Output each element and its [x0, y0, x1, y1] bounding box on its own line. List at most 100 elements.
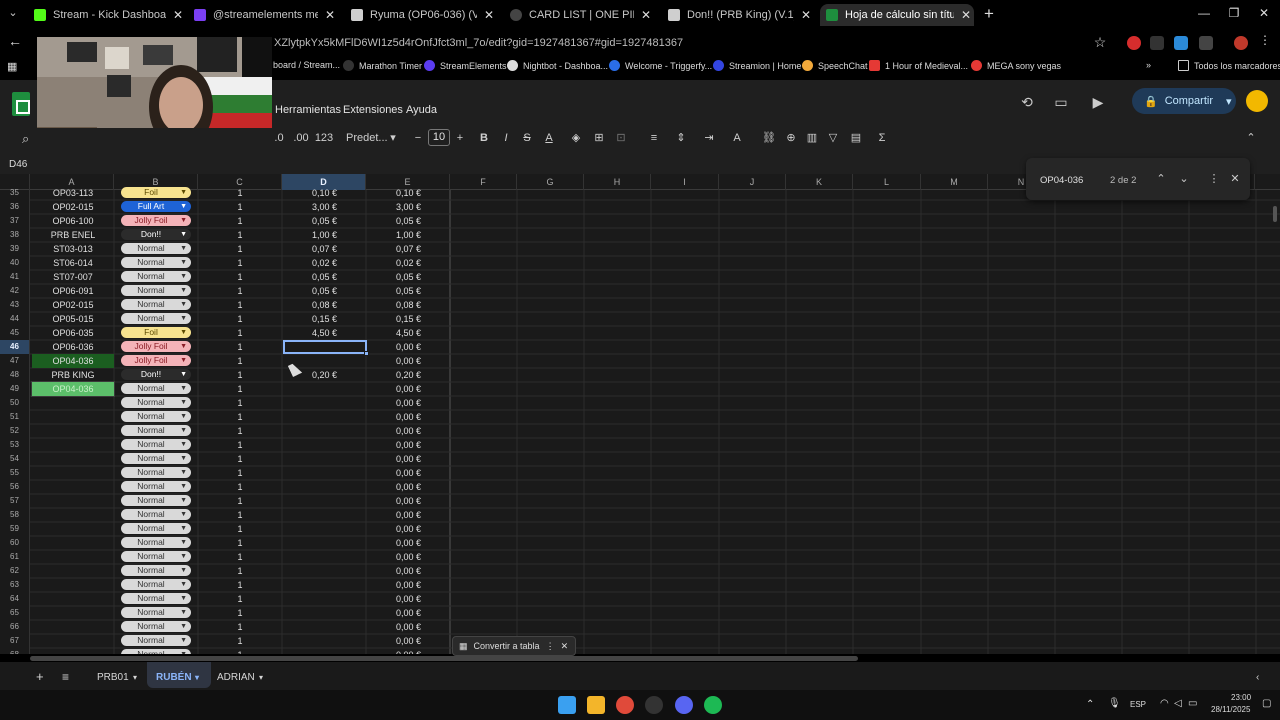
restore-icon[interactable]: ❐ — [1224, 6, 1244, 22]
chevron-down-icon[interactable]: ▼ — [180, 229, 187, 240]
cell-c[interactable]: 1 — [200, 214, 280, 228]
apps-icon[interactable]: ▦ — [7, 60, 21, 74]
row-header[interactable]: 64 — [0, 592, 30, 606]
cell-d[interactable] — [283, 550, 366, 564]
cell-a[interactable]: ST03-013 — [32, 242, 114, 256]
cell-a[interactable] — [32, 522, 114, 536]
cell-a[interactable]: PRB KING — [32, 368, 114, 382]
cell-a[interactable] — [32, 452, 114, 466]
chevron-down-icon[interactable]: ▼ — [180, 411, 187, 422]
wrap-icon[interactable]: ⇥ — [702, 130, 716, 146]
cell-d[interactable] — [283, 648, 366, 654]
cell-c[interactable]: 1 — [200, 592, 280, 606]
cell-c[interactable]: 1 — [200, 368, 280, 382]
cell-d[interactable] — [283, 592, 366, 606]
cell-e[interactable]: 0,07 € — [367, 242, 450, 256]
cell-d[interactable] — [283, 382, 366, 396]
cell-d[interactable]: 0,05 € — [283, 214, 366, 228]
add-sheet-icon[interactable]: + — [36, 669, 44, 685]
cell-b-chip[interactable]: Normal ▼ — [121, 509, 191, 520]
chevron-up-icon[interactable]: ⌃ — [1244, 130, 1258, 146]
cell-a[interactable] — [32, 410, 114, 424]
cell-a[interactable] — [32, 648, 114, 654]
cell-d[interactable]: 0,02 € — [283, 256, 366, 270]
cell-d[interactable] — [283, 396, 366, 410]
cell-b-chip[interactable]: Normal ▼ — [121, 495, 191, 506]
cell-c[interactable]: 1 — [200, 326, 280, 340]
chevron-down-icon[interactable]: ▼ — [180, 621, 187, 632]
chevron-down-icon[interactable]: ▼ — [180, 271, 187, 282]
cell-e[interactable]: 0,00 € — [367, 522, 450, 536]
row-header[interactable]: 39 — [0, 242, 30, 256]
discord-icon[interactable] — [675, 696, 693, 714]
cell-e[interactable]: 0,00 € — [367, 452, 450, 466]
all-bookmarks[interactable]: Todos los marcadores — [1178, 60, 1280, 71]
cell-b-chip[interactable]: Normal ▼ — [121, 593, 191, 604]
cell-a[interactable]: OP06-091 — [32, 284, 114, 298]
cell-c[interactable]: 1 — [200, 396, 280, 410]
chevron-down-icon[interactable]: ▼ — [180, 439, 187, 450]
cell-d[interactable] — [283, 634, 366, 648]
cell-d[interactable]: 4,50 € — [283, 326, 366, 340]
cell-e[interactable]: 1,00 € — [367, 228, 450, 242]
kebab-menu-icon[interactable]: ⋮ — [1205, 170, 1223, 188]
cell-d[interactable] — [283, 578, 366, 592]
row-header[interactable]: 60 — [0, 536, 30, 550]
microphone-icon[interactable]: 🎙 — [1108, 698, 1121, 709]
cell-b-chip[interactable]: Don!! ▼ — [121, 369, 191, 380]
cell-c[interactable]: 1 — [200, 480, 280, 494]
italic-button[interactable]: I — [500, 130, 512, 146]
close-icon[interactable]: ✕ — [481, 8, 497, 22]
cell-e[interactable]: 0,00 € — [367, 396, 450, 410]
sheets-logo-icon[interactable] — [12, 92, 30, 116]
close-icon[interactable]: ✕ — [1226, 170, 1244, 188]
menu-ayuda[interactable]: Ayuda — [406, 104, 437, 116]
cell-c[interactable]: 1 — [200, 340, 280, 354]
cell-a[interactable] — [32, 466, 114, 480]
row-header[interactable]: 40 — [0, 256, 30, 270]
cell-e[interactable]: 0,00 € — [367, 578, 450, 592]
share-button[interactable]: 🔒 Compartir ▾ — [1132, 88, 1236, 114]
battery-icon[interactable]: ▭ — [1188, 698, 1197, 709]
cell-b-chip[interactable]: Normal ▼ — [121, 551, 191, 562]
filter-icon[interactable]: ▽ — [826, 130, 840, 146]
chevron-down-icon[interactable]: ▾ — [388, 130, 398, 146]
all-sheets-icon[interactable]: ≡ — [62, 669, 69, 685]
cell-d[interactable] — [283, 494, 366, 508]
chevron-down-icon[interactable]: ▼ — [180, 579, 187, 590]
close-icon[interactable]: ✕ — [322, 8, 338, 22]
merge-icon[interactable]: ⊡ — [614, 130, 628, 146]
row-header[interactable]: 35 — [0, 186, 30, 200]
cell-e[interactable]: 0,00 € — [367, 634, 450, 648]
chevron-down-icon[interactable]: ▼ — [180, 215, 187, 226]
chevron-down-icon[interactable]: ▼ — [180, 509, 187, 520]
chevron-down-icon[interactable]: ▼ — [180, 635, 187, 646]
cell-e[interactable]: 0,00 € — [367, 620, 450, 634]
cell-b-chip[interactable]: Full Art ▼ — [121, 201, 191, 212]
chevron-down-icon[interactable]: ▼ — [180, 299, 187, 310]
chevron-down-icon[interactable]: ▼ — [180, 285, 187, 296]
cell-b-chip[interactable]: Normal ▼ — [121, 453, 191, 464]
chevron-down-icon[interactable]: ⌄ — [1175, 170, 1193, 188]
browser-tab-kick[interactable]: Stream - Kick Dashboard ✕ — [28, 4, 186, 26]
cell-a[interactable] — [32, 494, 114, 508]
kebab-menu-icon[interactable]: ⋮ — [546, 641, 555, 652]
sheet-tab-adrian[interactable]: ADRIAN — [217, 670, 255, 686]
cell-b-chip[interactable]: Jolly Foil ▼ — [121, 355, 191, 366]
cell-e[interactable]: 0,00 € — [367, 340, 450, 354]
cell-c[interactable]: 1 — [200, 312, 280, 326]
cell-e[interactable]: 0,00 € — [367, 550, 450, 564]
cell-e[interactable]: 0,08 € — [367, 298, 450, 312]
bold-button[interactable]: B — [478, 130, 490, 146]
cell-a[interactable] — [32, 592, 114, 606]
cell-c[interactable]: 1 — [200, 536, 280, 550]
more-bookmarks-icon[interactable]: » — [1146, 60, 1151, 70]
row-header[interactable]: 66 — [0, 620, 30, 634]
cell-e[interactable]: 0,02 € — [367, 256, 450, 270]
fill-color-icon[interactable]: ◈ — [570, 130, 582, 146]
cell-d[interactable] — [283, 452, 366, 466]
browser-tab-sheets[interactable]: Hoja de cálculo sin título - Hojas de cá… — [820, 4, 974, 26]
bookmark-item[interactable]: SpeechChat — [802, 60, 868, 71]
cell-e[interactable]: 0,00 € — [367, 494, 450, 508]
cell-d[interactable] — [283, 508, 366, 522]
